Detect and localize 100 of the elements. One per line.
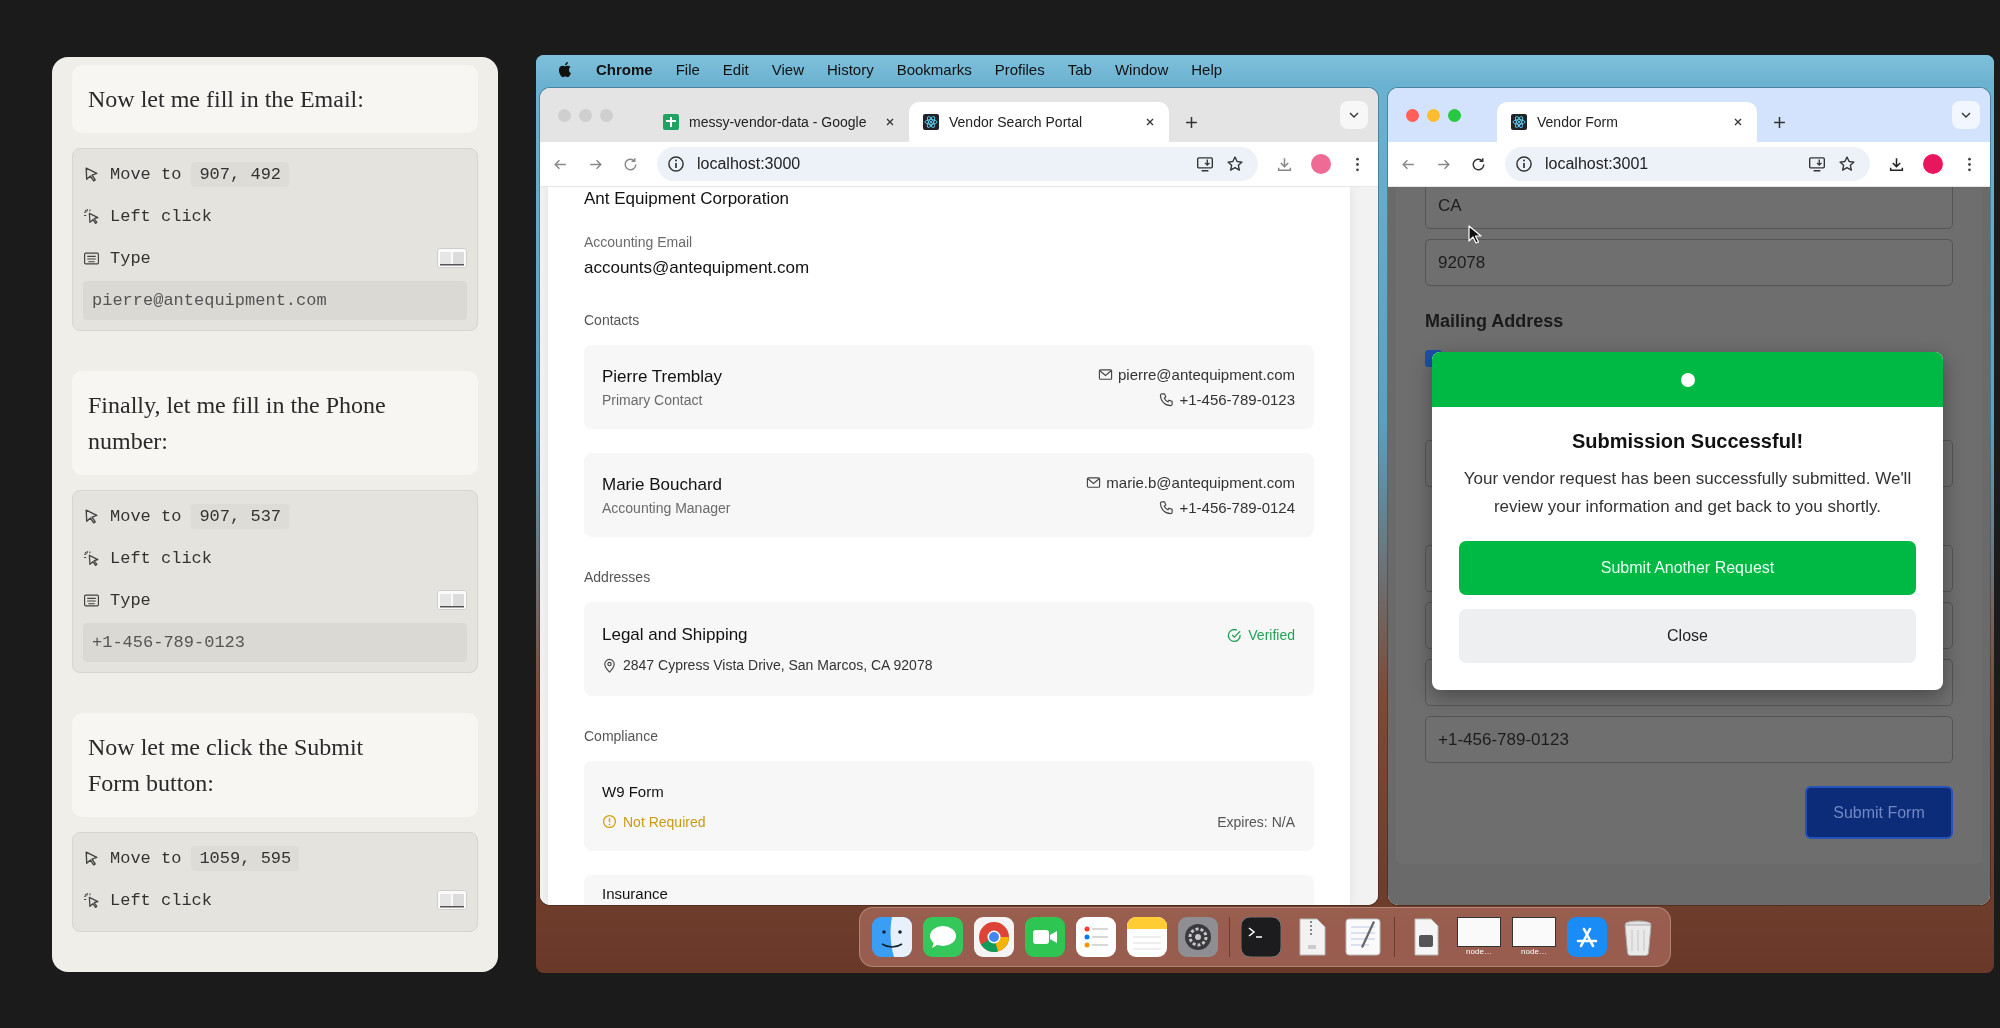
terminal-icon[interactable] bbox=[1241, 917, 1281, 957]
menu-item[interactable]: Profiles bbox=[994, 60, 1045, 78]
contact-email: pierre@antequipment.com bbox=[1118, 366, 1295, 383]
tab-title: Vendor Search Portal bbox=[949, 114, 1084, 130]
notepad-icon[interactable] bbox=[1127, 917, 1167, 957]
atom-icon bbox=[923, 114, 939, 130]
section-title: Compliance bbox=[584, 727, 659, 746]
new-tab-icon[interactable] bbox=[1773, 116, 1786, 129]
screenshot-thumbnail-icon[interactable] bbox=[437, 590, 467, 610]
click-icon bbox=[83, 549, 100, 567]
profile-avatar[interactable] bbox=[1311, 154, 1331, 174]
dialog-message: Your vendor request has been successfully submitted. We'll review your information and get back to you shortly. bbox=[1462, 468, 1913, 518]
app-store-icon[interactable] bbox=[1567, 917, 1607, 957]
coordinates: 907, 537 bbox=[191, 503, 290, 529]
phone-icon bbox=[1159, 500, 1175, 515]
document-name: W9 Form bbox=[602, 782, 665, 800]
url-text: localhost:3001 bbox=[1545, 155, 1649, 173]
bookmark-star-icon[interactable] bbox=[1838, 155, 1856, 173]
download-icon[interactable] bbox=[1888, 155, 1905, 173]
field-label: Accounting Email bbox=[584, 233, 694, 252]
coordinates: 1059, 595 bbox=[191, 845, 300, 871]
action-label: Move to bbox=[110, 848, 182, 868]
bookmark-star-icon[interactable] bbox=[1226, 155, 1244, 173]
chevron-down-icon bbox=[1961, 112, 1971, 118]
atom-icon bbox=[1511, 114, 1527, 130]
close-icon[interactable] bbox=[885, 117, 895, 127]
action-label: Left click bbox=[110, 548, 213, 568]
browser-tab[interactable]: messy-vendor-data - Google bbox=[649, 102, 909, 142]
field-value: accounts@antequipment.com bbox=[584, 257, 811, 279]
alert-circle-icon bbox=[602, 814, 617, 829]
company-name: Ant Equipment Corporation bbox=[584, 188, 791, 210]
status-label: Verified bbox=[1227, 627, 1295, 643]
chrome-icon[interactable] bbox=[974, 917, 1014, 957]
dialog-title: Submission Successful! bbox=[1570, 430, 1805, 453]
settings-icon[interactable] bbox=[1178, 917, 1218, 957]
document-name: Insurance bbox=[602, 885, 669, 902]
close-icon[interactable] bbox=[1733, 117, 1743, 127]
address-name: Legal and Shipping bbox=[602, 625, 748, 645]
info-icon[interactable] bbox=[1515, 155, 1533, 173]
reload-icon[interactable] bbox=[1470, 155, 1487, 173]
section-title: Addresses bbox=[584, 568, 652, 587]
phone-icon bbox=[1159, 392, 1175, 407]
contact-phone: +1-456-789-0124 bbox=[1179, 499, 1295, 516]
install-app-icon[interactable] bbox=[1808, 155, 1826, 173]
action-label: Left click bbox=[110, 206, 213, 226]
mail-icon bbox=[1098, 367, 1113, 382]
expiry-text: Expires: N/A bbox=[1217, 813, 1295, 830]
cursor-icon bbox=[83, 849, 100, 867]
menu-app-name[interactable]: Chrome bbox=[596, 60, 653, 78]
spreadsheet-icon bbox=[663, 114, 679, 130]
section-title: Contacts bbox=[584, 311, 641, 330]
tab-title: Vendor Form bbox=[1537, 114, 1619, 130]
cursor-icon bbox=[83, 165, 100, 183]
section-heading: Mailing Address bbox=[1425, 310, 1565, 333]
apple-logo-icon[interactable] bbox=[558, 60, 573, 78]
cursor-icon bbox=[83, 507, 100, 525]
new-tab-icon[interactable] bbox=[1185, 116, 1198, 129]
action-label: Move to bbox=[110, 506, 182, 526]
profile-avatar[interactable] bbox=[1923, 154, 1943, 174]
assistant-message: Now let me click the Submit Form button: bbox=[72, 713, 478, 817]
install-app-icon[interactable] bbox=[1196, 155, 1214, 173]
contact-name: Pierre Tremblay bbox=[602, 366, 722, 387]
coordinates: 907, 492 bbox=[191, 161, 290, 187]
menu-item[interactable]: Edit bbox=[722, 60, 749, 78]
address-bar[interactable]: localhost:3000 bbox=[657, 147, 1258, 181]
menu-item[interactable]: Help bbox=[1191, 60, 1223, 78]
text-editor-icon[interactable] bbox=[1343, 917, 1383, 957]
browser-tab[interactable]: Vendor Search Portal bbox=[909, 102, 1169, 142]
submit-form-button[interactable]: Submit Form bbox=[1805, 786, 1953, 839]
close-button[interactable]: Close bbox=[1459, 609, 1916, 663]
address-text: 2847 Cypress Vista Drive, San Marcos, CA 92078 bbox=[623, 657, 933, 673]
contact-name: Marie Bouchard bbox=[602, 474, 723, 495]
click-icon bbox=[83, 207, 100, 225]
info-icon[interactable] bbox=[667, 155, 685, 173]
chevron-down-icon bbox=[1349, 112, 1359, 118]
screenshot-thumbnail-icon[interactable] bbox=[437, 248, 467, 268]
close-icon[interactable] bbox=[1145, 117, 1155, 127]
menu-item[interactable]: View bbox=[771, 60, 804, 78]
screenshot-thumbnail-icon[interactable] bbox=[437, 890, 467, 910]
map-pin-icon bbox=[602, 657, 617, 673]
tab-search-button[interactable] bbox=[1340, 101, 1368, 129]
menu-item[interactable]: Tab bbox=[1067, 60, 1092, 78]
url-text: localhost:3000 bbox=[697, 155, 801, 173]
chat-bubble-icon[interactable] bbox=[923, 917, 963, 957]
typed-text: +1-456-789-0123 bbox=[83, 623, 467, 662]
menu-item[interactable]: History bbox=[826, 60, 874, 78]
typed-text: pierre@antequipment.com bbox=[83, 281, 467, 320]
contact-phone: +1-456-789-0123 bbox=[1179, 391, 1295, 408]
browser-tab[interactable]: Vendor Form bbox=[1497, 102, 1757, 142]
action-label: Left click bbox=[110, 890, 213, 910]
video-camera-icon[interactable] bbox=[1025, 917, 1065, 957]
status-label: Not Required bbox=[602, 813, 706, 830]
menu-item[interactable]: Bookmarks bbox=[896, 60, 972, 78]
menu-item[interactable]: File bbox=[675, 60, 700, 78]
tab-search-button[interactable] bbox=[1952, 101, 1980, 129]
address-bar[interactable]: localhost:3001 bbox=[1505, 147, 1870, 181]
contact-role: Primary Contact bbox=[602, 391, 704, 408]
list-icon[interactable] bbox=[1076, 917, 1116, 957]
finder-icon[interactable] bbox=[872, 917, 912, 957]
menu-item[interactable]: Window bbox=[1114, 60, 1169, 78]
